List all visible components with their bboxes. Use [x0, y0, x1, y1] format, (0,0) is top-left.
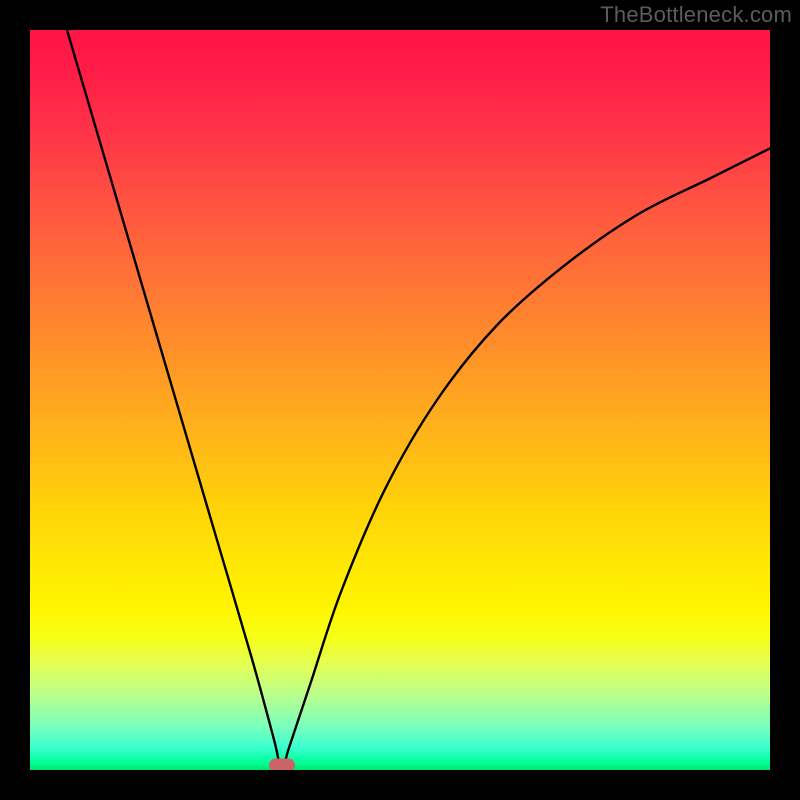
bottleneck-curve — [67, 30, 770, 770]
chart-frame: TheBottleneck.com — [0, 0, 800, 800]
min-marker — [269, 759, 295, 771]
curve-svg — [30, 30, 770, 770]
watermark-text: TheBottleneck.com — [600, 2, 792, 28]
plot-area — [30, 30, 770, 770]
